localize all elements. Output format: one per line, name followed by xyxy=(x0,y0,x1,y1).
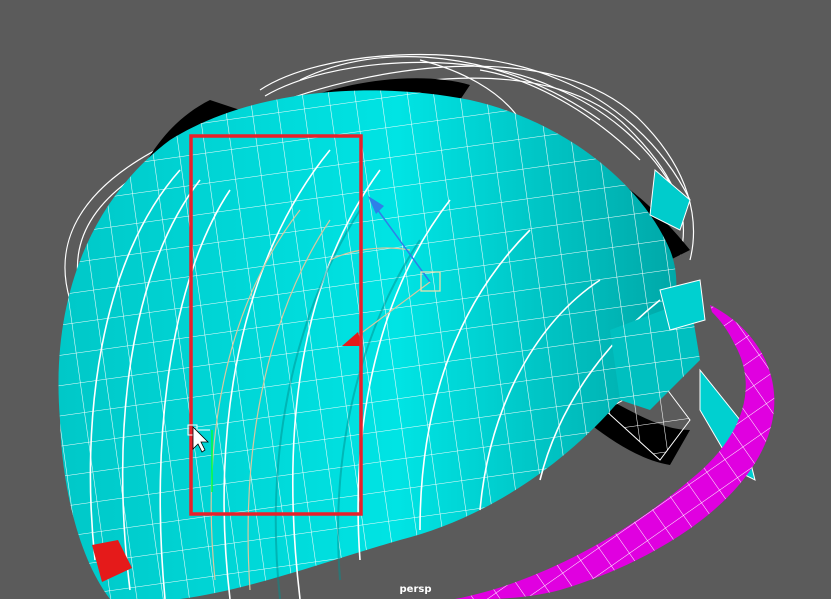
scene-canvas[interactable] xyxy=(0,0,831,599)
hair-shell-mesh[interactable] xyxy=(58,90,677,599)
camera-label: persp xyxy=(399,584,432,595)
perspective-viewport[interactable]: persp xyxy=(0,0,831,599)
